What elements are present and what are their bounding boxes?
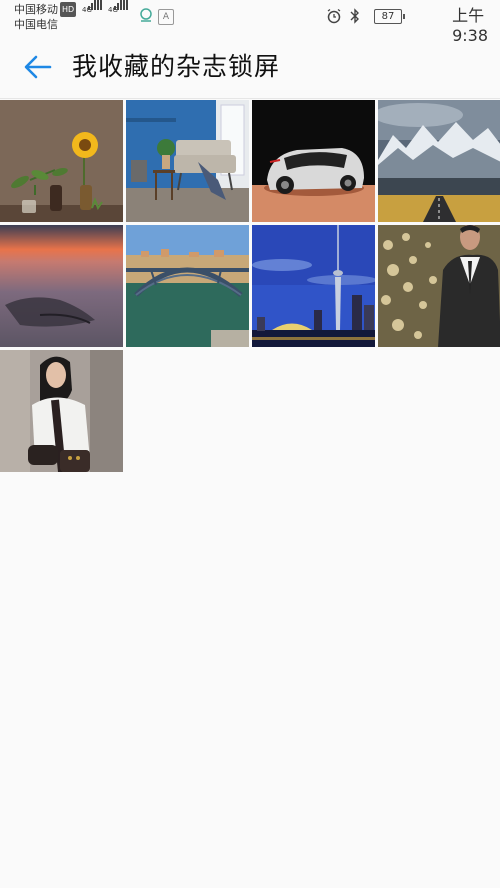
- back-button[interactable]: [22, 52, 54, 82]
- carrier-info: 中国移动 HD 中国电信: [14, 2, 77, 32]
- wallpaper-thumbnail[interactable]: [252, 100, 375, 222]
- wallpaper-thumbnail[interactable]: [126, 225, 249, 347]
- hd-badge: HD: [60, 2, 77, 17]
- carrier2-name: 中国电信: [14, 18, 58, 31]
- wallpaper-thumbnail[interactable]: [0, 100, 123, 222]
- wallpaper-thumbnail[interactable]: [252, 225, 375, 347]
- wallpaper-grid: [0, 100, 500, 472]
- page-title: 我收藏的杂志锁屏: [72, 52, 281, 81]
- arrow-left-icon: [24, 55, 52, 79]
- battery-icon: 87: [374, 9, 405, 24]
- notification-icon: [138, 8, 154, 27]
- wallpaper-thumbnail[interactable]: [0, 350, 123, 472]
- app-header: 我收藏的杂志锁屏: [0, 34, 500, 99]
- bluetooth-icon: [348, 8, 362, 27]
- signal-icon: 4G: [108, 0, 132, 26]
- carrier1-name: 中国移动: [14, 3, 58, 16]
- status-bar: 中国移动 HD 中国电信 4G 4G A 87 上午9:38: [0, 0, 500, 45]
- wallpaper-thumbnail[interactable]: [0, 225, 123, 347]
- wallpaper-thumbnail[interactable]: [126, 100, 249, 222]
- alarm-icon: [326, 8, 342, 27]
- app-notification-icon: A: [158, 9, 174, 25]
- wallpaper-thumbnail[interactable]: [378, 100, 500, 222]
- signal-icon: 4G: [82, 0, 104, 26]
- wallpaper-thumbnail[interactable]: [378, 225, 500, 347]
